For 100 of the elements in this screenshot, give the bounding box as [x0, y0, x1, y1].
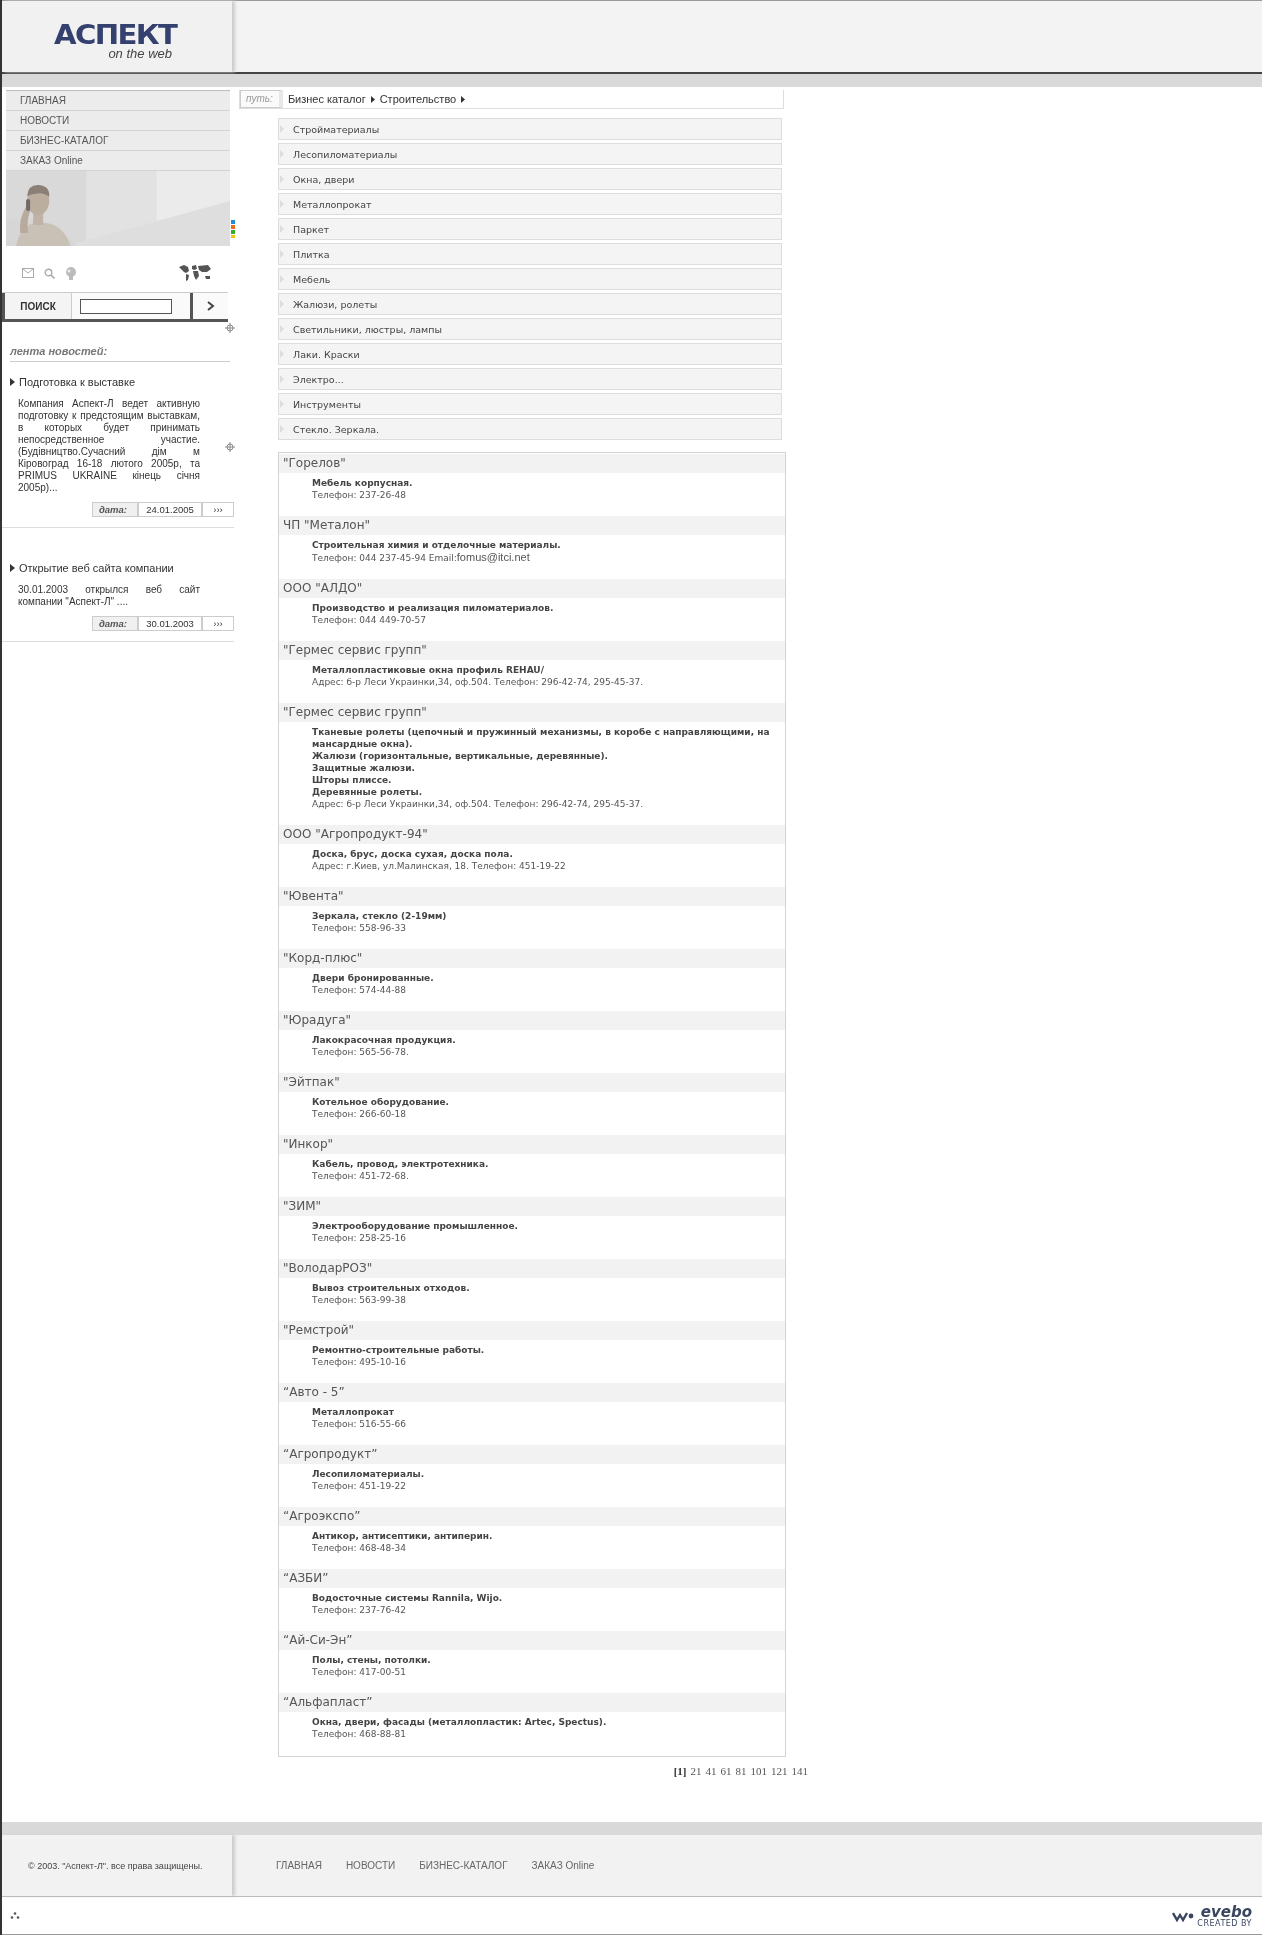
company-description: Двери бронированные.: [312, 972, 435, 984]
company-description: Электрооборудование промышленное.: [312, 1220, 519, 1232]
footer-link[interactable]: ГЛАВНАЯ: [276, 1860, 322, 1871]
category-item[interactable]: Металлопрокат: [278, 193, 782, 215]
caret-icon: [370, 95, 375, 103]
company-name: "Ювента": [279, 887, 785, 906]
category-item[interactable]: Лесопиломатериалы: [278, 143, 782, 165]
chevron-icon: [206, 300, 215, 311]
company-contact: Телефон: 417-00-51: [312, 1666, 407, 1678]
page-link[interactable]: 141: [791, 1765, 808, 1777]
company-contact: Телефон: 565-56-78.: [312, 1046, 410, 1058]
category-item[interactable]: Стройматериалы: [278, 118, 782, 140]
page-link[interactable]: 121: [771, 1765, 788, 1777]
company-contact: Телефон: 495-10-16: [312, 1356, 407, 1368]
page-link[interactable]: 61: [720, 1765, 732, 1777]
company-contact: Телефон: 451-72-68.: [312, 1170, 410, 1182]
date-text: 24.01.2005: [138, 502, 202, 517]
page-link[interactable]: [1]: [673, 1765, 687, 1777]
company-contact: Телефон: 468-48-34: [312, 1542, 407, 1554]
page-link[interactable]: 81: [735, 1765, 747, 1777]
news-title[interactable]: Открытие веб сайта компании: [19, 562, 174, 574]
category-item[interactable]: Инструменты: [278, 393, 782, 415]
page-link[interactable]: 41: [705, 1765, 717, 1777]
company-name: "Гермес сервис групп": [279, 703, 785, 722]
company-name: "Гермес сервис групп": [279, 641, 785, 660]
date-label: дата:: [91, 616, 138, 631]
color-squares-icon: [231, 220, 235, 238]
company-contact: Телефон: 563-99-38: [312, 1294, 407, 1306]
crosshair-icon: [225, 323, 235, 333]
news-title[interactable]: Подготовка к выставке: [19, 376, 135, 388]
company-name: "Ремстрой": [279, 1321, 785, 1340]
category-item[interactable]: Жалюзи, ролеты: [278, 293, 782, 315]
company-description: Защитные жалюзи.: [312, 762, 416, 774]
company-description: Металлопластиковые окна профиль REHAU/: [312, 664, 545, 676]
company-contact: Телефон: 451-19-22: [312, 1480, 407, 1492]
footer-link[interactable]: ЗАКАЗ Online: [531, 1860, 595, 1871]
company-name: "Эйтпак": [279, 1073, 785, 1092]
logo-title: АСПЕКТ: [53, 23, 176, 47]
page-link[interactable]: 101: [750, 1765, 767, 1777]
search-button[interactable]: ПОИСК: [2, 293, 72, 319]
footer-link[interactable]: НОВОСТИ: [345, 1860, 396, 1871]
breadcrumb-link[interactable]: Бизнес каталог: [287, 93, 366, 105]
news-heading: лента новостей:: [10, 345, 108, 357]
credit-logo: evebo: [1200, 1904, 1252, 1920]
company-name: "Юрадуга": [279, 1011, 785, 1030]
company-contact: Адрес: г.Киев, ул.Малинская, 18. Телефон: 451-19-22: [312, 860, 567, 872]
company-contact: Адрес: б-р Леси Украинки,34, оф.504. Телефон: 296-42-74, 295-45-37.: [312, 798, 644, 810]
email-link[interactable]: fomus@itci.net: [456, 551, 530, 563]
category-item[interactable]: Плитка: [278, 243, 782, 265]
category-item[interactable]: Стекло. Зеркала.: [278, 418, 782, 440]
company-contact: Телефон: 044 237-45-94 Email:fomus@itci.net: [312, 551, 531, 564]
category-item[interactable]: Паркет: [278, 218, 782, 240]
search-icon[interactable]: [44, 267, 55, 279]
triangle-icon: [10, 564, 15, 572]
company-name: "Инкор": [279, 1135, 785, 1154]
news-text: Компания Аспект-Л ведет активную подготовку к предстоящим выставкам, в которых будет принимать непосредственное участие.(Будівництво.Сучасний дім м Кіровоград 16-18 лютого 2005р, та PRIMUS UKRAINE кінець січня 2005р)...: [18, 398, 200, 494]
crosshair-icon: [225, 442, 235, 452]
company-description: Шторы плиссе.: [312, 774, 393, 786]
company-name: “Агропродукт”: [279, 1445, 785, 1464]
world-map-icon[interactable]: [178, 264, 212, 282]
category-item[interactable]: Светильники, люстры, лампы: [278, 318, 782, 340]
envelope-icon[interactable]: [22, 268, 34, 278]
company-name: “Агроэкспо”: [279, 1507, 785, 1526]
category-item[interactable]: Окна, двери: [278, 168, 782, 190]
breadcrumb-link[interactable]: Строительство: [379, 93, 457, 105]
nav-item[interactable]: ГЛАВНАЯ: [6, 91, 230, 111]
caret-icon: [461, 95, 466, 103]
company-contact: Телефон: 237-76-42: [312, 1604, 407, 1616]
footer-link[interactable]: БИЗНЕС-КАТАЛОГ: [419, 1860, 508, 1871]
category-item[interactable]: Мебель: [278, 268, 782, 290]
copyright-text: © 2003. "Аспект-Л". все права защищены.: [28, 1860, 203, 1871]
nav-item[interactable]: НОВОСТИ: [6, 111, 230, 131]
company-description: Деревянные ролеты.: [312, 786, 424, 798]
company-name: ООО "Агропродукт-94": [279, 825, 785, 844]
news-text: 30.01.2003 открылся веб сайт компании "Аспект-Л" ....: [18, 584, 200, 608]
company-description: Вывоз строительных отходов.: [312, 1282, 471, 1294]
company-description: Лакокрасочная продукция.: [312, 1034, 457, 1046]
category-item[interactable]: Лаки. Краски: [278, 343, 782, 365]
category-item[interactable]: Электро...: [278, 368, 782, 390]
more-button[interactable]: ›››: [202, 616, 234, 631]
company-description: Мебель корпусная.: [312, 477, 414, 489]
credit-caption: CREATED BY: [1197, 1919, 1252, 1927]
company-name: "ВолодарРОЗ": [279, 1259, 785, 1278]
breadcrumb-label: путь:: [240, 90, 283, 108]
company-name: “АЗБИ”: [279, 1569, 785, 1588]
company-name: "Горелов": [279, 454, 785, 473]
company-description: Полы, стены, потолки.: [312, 1654, 432, 1666]
company-contact: Телефон: 574-44-88: [312, 984, 407, 996]
more-button[interactable]: ›››: [202, 502, 234, 517]
nav-item[interactable]: БИЗНЕС-КАТАЛОГ: [6, 131, 230, 151]
triangle-icon: [10, 378, 15, 386]
page-link[interactable]: 21: [690, 1765, 702, 1777]
search-field[interactable]: [80, 298, 172, 314]
company-description: Водосточные системы Rannila, Wijo.: [312, 1592, 504, 1604]
company-contact: Телефон: 266-60-18: [312, 1108, 407, 1120]
company-description: Производство и реализация пиломатериалов.: [312, 602, 555, 614]
company-contact: Телефон: 237-26-48: [312, 489, 407, 501]
company-contact: Телефон: 468-88-81: [312, 1728, 407, 1740]
company-description: Тканевые ролеты (цепочный и пружинный механизмы, в коробе с направляющими, на мансардные окна).: [312, 726, 771, 750]
company-description: Жалюзи (горизонтальные, вертикальные, деревянные).: [312, 750, 609, 762]
